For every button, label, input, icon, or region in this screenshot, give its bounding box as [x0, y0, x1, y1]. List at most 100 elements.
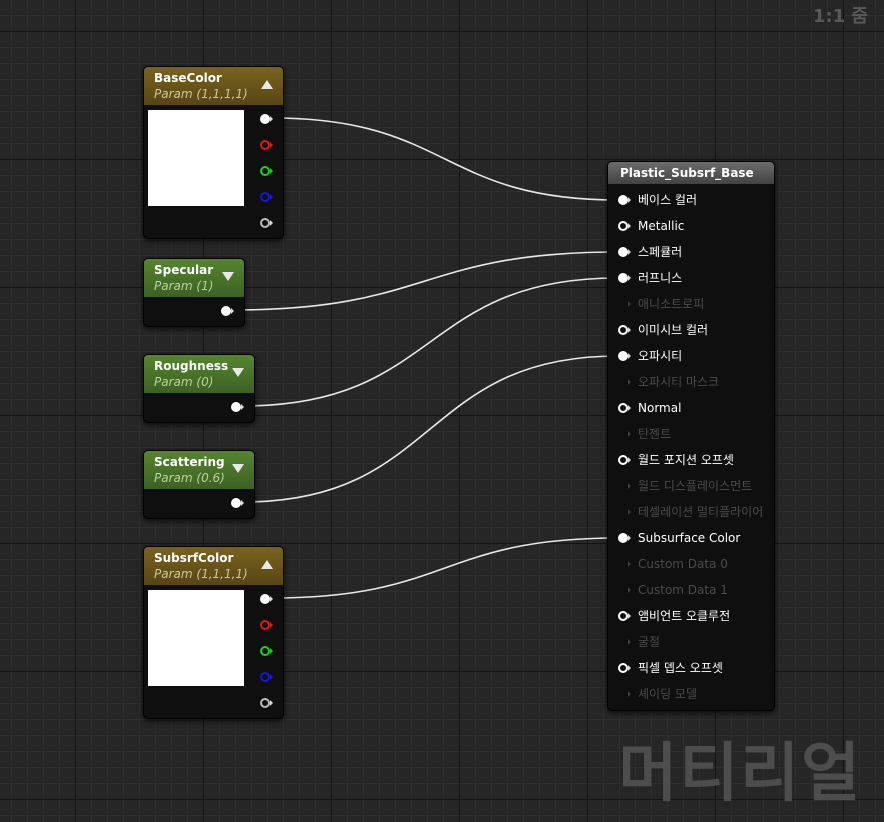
roughness-param-node[interactable]: Roughness Param (0) — [143, 354, 255, 423]
input-label: 앰비언트 오클루전 — [638, 609, 731, 623]
specular-param-node[interactable]: Specular Param (1) — [143, 258, 245, 327]
input-pin — [618, 506, 631, 518]
node-subtitle: Param (1,1,1,1) — [154, 567, 248, 581]
output-pin-a[interactable] — [260, 697, 273, 709]
input-pin — [618, 480, 631, 492]
output-pin-value[interactable] — [221, 305, 234, 317]
material-input-row[interactable]: Subsurface Color — [618, 525, 773, 551]
output-pin-rgb[interactable] — [260, 113, 273, 125]
output-pin-value[interactable] — [231, 497, 244, 509]
input-pin[interactable] — [618, 246, 631, 258]
material-result-node[interactable]: Plastic_Subsrf_Base 베이스 컬러 Metallic 스페큘러러프… — [607, 161, 775, 711]
wire-roughness-to-roughness[interactable] — [242, 277, 619, 407]
wire-specular-to-specular[interactable] — [232, 251, 619, 311]
material-input-row[interactable]: Normal — [618, 395, 773, 421]
node-title: BaseColor — [154, 71, 222, 85]
output-pin-a[interactable] — [260, 217, 273, 229]
material-input-row: Custom Data 1 — [618, 577, 773, 603]
basecolor-param-node[interactable]: BaseColor Param (1,1,1,1) — [143, 66, 284, 239]
input-label: 테셀레이션 멀티플라이어 — [638, 505, 764, 519]
scattering-param-node[interactable]: Scattering Param (0.6) — [143, 450, 255, 519]
input-pin[interactable] — [618, 662, 631, 674]
output-pin-rgb[interactable] — [260, 593, 273, 605]
collapse-arrow-icon[interactable] — [261, 560, 273, 569]
expand-arrow-icon[interactable] — [232, 368, 244, 377]
node-subtitle: Param (0.6) — [154, 471, 225, 485]
wire-subsrfcolor-to-subsurface-color[interactable] — [271, 537, 619, 599]
material-input-row[interactable]: 러프니스 — [618, 265, 773, 291]
input-label: 픽셀 뎁스 오프셋 — [638, 661, 723, 675]
material-input-row[interactable]: 오파시티 — [618, 343, 773, 369]
material-input-row[interactable]: 스페큘러 — [618, 239, 773, 265]
node-header[interactable]: Scattering Param (0.6) — [144, 451, 254, 489]
input-label: Custom Data 1 — [638, 583, 728, 597]
collapse-arrow-icon[interactable] — [261, 80, 273, 89]
material-input-row: 테셀레이션 멀티플라이어 — [618, 499, 773, 525]
input-pin — [618, 636, 631, 648]
input-label: 탄젠트 — [638, 427, 672, 441]
node-header[interactable]: SubsrfColor Param (1,1,1,1) — [144, 547, 283, 585]
input-pin[interactable] — [618, 454, 631, 466]
input-pin — [618, 584, 631, 596]
material-input-row[interactable]: 베이스 컬러 — [618, 187, 773, 213]
node-title: Roughness — [154, 359, 229, 373]
material-input-row[interactable]: 월드 포지션 오프셋 — [618, 447, 773, 473]
material-input-row: 굴절 — [618, 629, 773, 655]
material-title: Plastic_Subsrf_Base — [620, 166, 754, 180]
input-pin[interactable] — [618, 194, 631, 206]
output-pin-r[interactable] — [260, 139, 273, 151]
input-label: Metallic — [638, 219, 685, 233]
node-subtitle: Param (0) — [154, 375, 214, 389]
input-pin[interactable] — [618, 272, 631, 284]
subsrfcolor-param-node[interactable]: SubsrfColor Param (1,1,1,1) — [143, 546, 284, 719]
material-input-row: 월드 디스플레이스먼트 — [618, 473, 773, 499]
material-input-row: 셰이딩 모델 — [618, 681, 773, 707]
input-pin[interactable] — [618, 220, 631, 232]
material-input-row: Custom Data 0 — [618, 551, 773, 577]
input-label: 오파시티 마스크 — [638, 375, 720, 389]
material-input-row[interactable]: 픽셀 뎁스 오프셋 — [618, 655, 773, 681]
material-input-row[interactable]: Metallic — [618, 213, 773, 239]
node-subtitle: Param (1,1,1,1) — [154, 87, 248, 101]
node-header[interactable]: BaseColor Param (1,1,1,1) — [144, 67, 283, 105]
graph-type-watermark: 머티리얼 — [618, 737, 862, 811]
color-preview-swatch — [148, 590, 244, 686]
input-label: 월드 포지션 오프셋 — [638, 453, 734, 467]
output-pin-value[interactable] — [231, 401, 244, 413]
input-label: 스페큘러 — [638, 245, 683, 259]
input-label: 이미시브 컬러 — [638, 323, 709, 337]
input-pin — [618, 688, 631, 700]
output-pin-r[interactable] — [260, 619, 273, 631]
material-input-row[interactable]: 앰비언트 오클루전 — [618, 603, 773, 629]
input-pin[interactable] — [618, 402, 631, 414]
wire-scattering-to-opacity[interactable] — [242, 355, 619, 503]
input-label: 러프니스 — [638, 271, 683, 285]
input-pin — [618, 558, 631, 570]
input-pin[interactable] — [618, 532, 631, 544]
output-pin-g[interactable] — [260, 165, 273, 177]
expand-arrow-icon[interactable] — [232, 464, 244, 473]
input-pin[interactable] — [618, 324, 631, 336]
wire-basecolor-to-base-color[interactable] — [271, 117, 619, 201]
input-label: 월드 디스플레이스먼트 — [638, 479, 753, 493]
input-pin — [618, 376, 631, 388]
material-input-row[interactable]: 이미시브 컬러 — [618, 317, 773, 343]
node-header[interactable]: Plastic_Subsrf_Base — [608, 162, 774, 184]
material-input-row: 탄젠트 — [618, 421, 773, 447]
node-header[interactable]: Roughness Param (0) — [144, 355, 254, 393]
output-pin-g[interactable] — [260, 645, 273, 657]
input-pin — [618, 298, 631, 310]
input-label: 애니소트로피 — [638, 297, 705, 311]
input-pin[interactable] — [618, 350, 631, 362]
input-label: 굴절 — [638, 635, 661, 649]
material-input-row: 애니소트로피 — [618, 291, 773, 317]
input-label: 오파시티 — [638, 349, 683, 363]
expand-arrow-icon[interactable] — [222, 272, 234, 281]
node-header[interactable]: Specular Param (1) — [144, 259, 244, 297]
node-title: SubsrfColor — [154, 551, 234, 565]
input-pin — [618, 428, 631, 440]
output-pin-b[interactable] — [260, 671, 273, 683]
output-pin-b[interactable] — [260, 191, 273, 203]
input-pin[interactable] — [618, 610, 631, 622]
zoom-level-label: 1:1 줌 — [812, 6, 868, 27]
